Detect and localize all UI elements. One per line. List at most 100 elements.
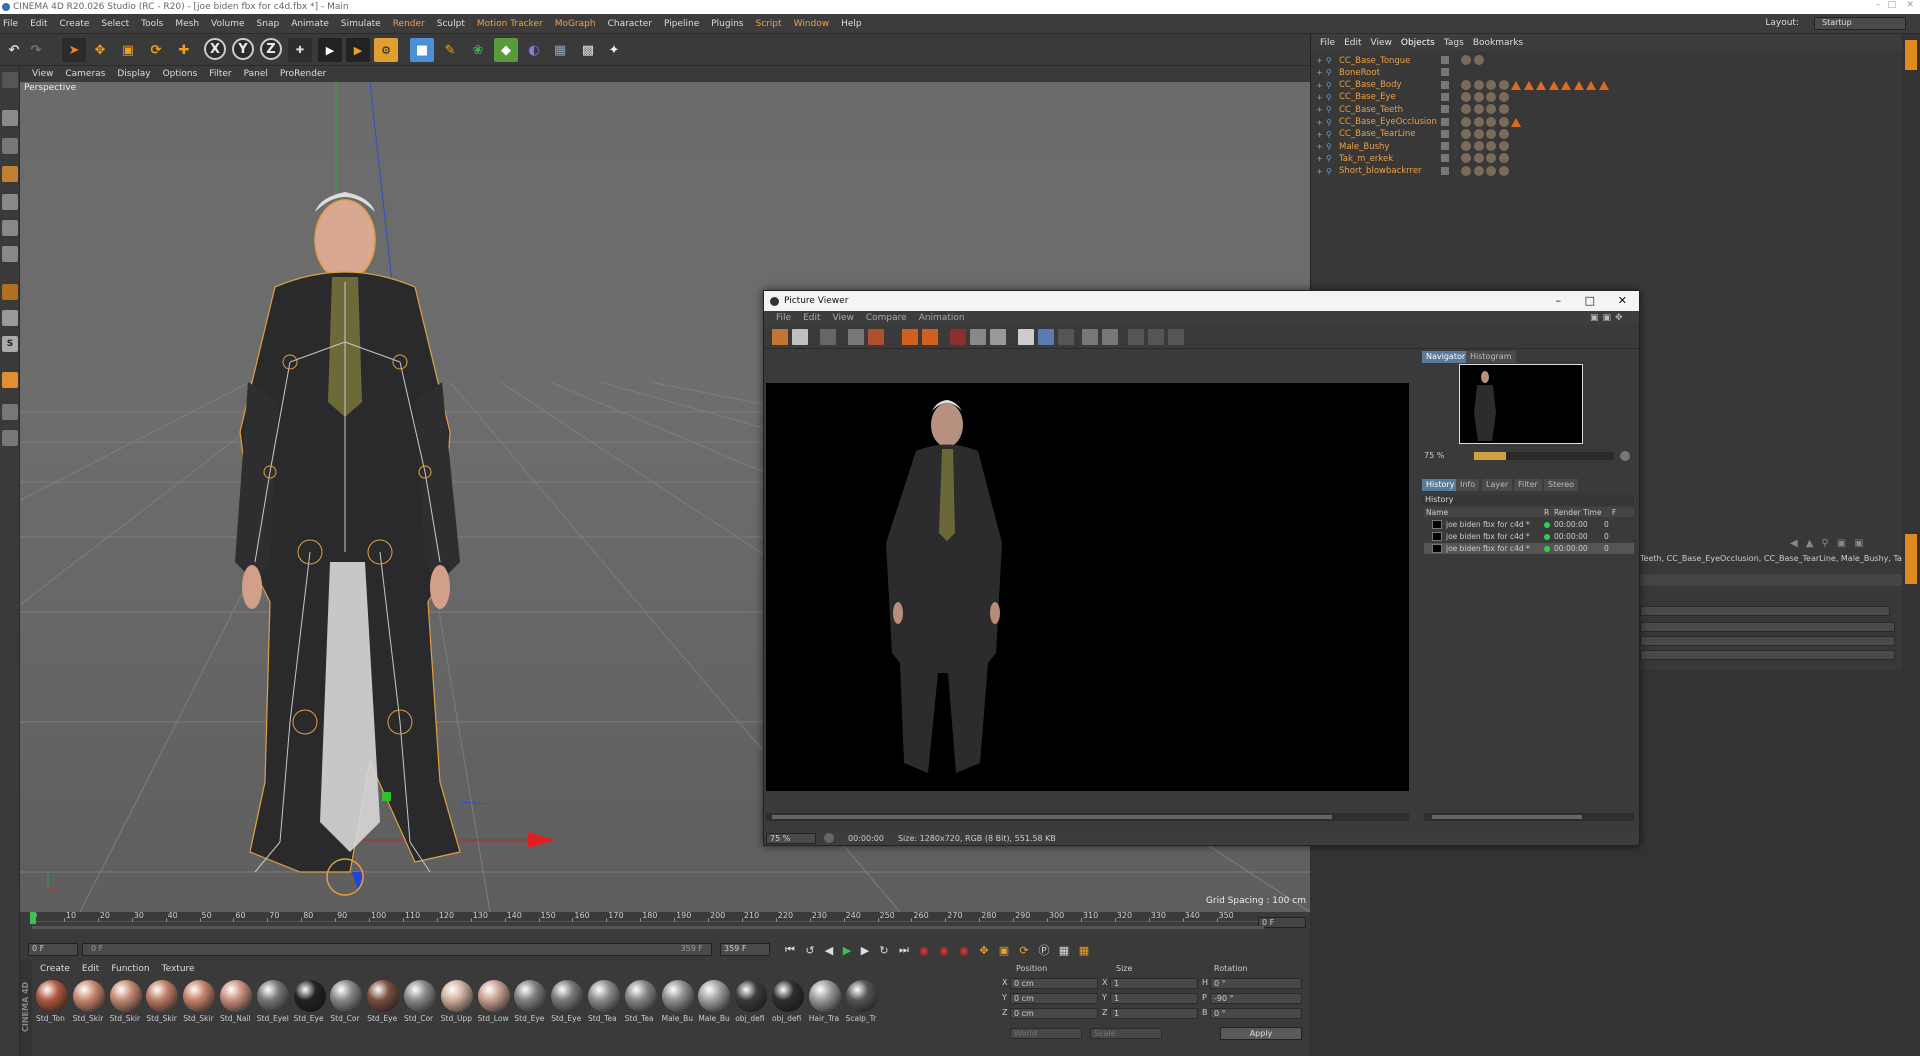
timeline-track[interactable]: 0102030405060708090100110120130140150160… [30, 911, 1262, 924]
undo-icon[interactable]: ↶ [2, 38, 26, 62]
play-icon[interactable]: ▶ [838, 944, 856, 957]
b-icon[interactable] [1102, 329, 1118, 345]
menu-script[interactable]: Script [756, 19, 782, 29]
light-icon[interactable]: ✦ [602, 38, 626, 62]
history-h-scrollbar[interactable] [1424, 813, 1634, 821]
tag-icon[interactable] [1498, 165, 1509, 176]
grid-icon[interactable] [2, 404, 18, 420]
tab-layer[interactable]: Layer [1482, 479, 1513, 491]
axis-z-icon[interactable]: Z [260, 38, 282, 60]
tag-icon[interactable] [1498, 153, 1509, 164]
stop-render-icon[interactable] [868, 329, 884, 345]
y-axis-handle[interactable] [382, 792, 391, 801]
split-v-icon[interactable] [1168, 329, 1184, 345]
objmgr-menu-view[interactable]: View [1371, 38, 1392, 48]
objmgr-menu-edit[interactable]: Edit [1344, 38, 1361, 48]
menu-edit[interactable]: Edit [30, 19, 47, 29]
object-row[interactable]: + ⚲ Short_blowbackrrer [1311, 164, 1896, 179]
material-swatch[interactable]: Std_Eye [367, 980, 401, 1024]
tag-icon[interactable] [1473, 153, 1484, 164]
coord-scale-dropdown[interactable]: Scale [1090, 1028, 1162, 1039]
pv-menu-edit[interactable]: Edit [803, 313, 820, 323]
a-icon[interactable] [1082, 329, 1098, 345]
search-icon[interactable]: ⚲ [1821, 538, 1828, 549]
current-frame-field[interactable]: 0 F [1258, 917, 1306, 928]
tag-icon[interactable] [1486, 165, 1496, 176]
material-swatch[interactable]: Std_Upp [440, 980, 475, 1024]
cube-icon[interactable]: ■ [410, 38, 434, 62]
snap-icon[interactable]: S [2, 336, 18, 352]
camera-icon[interactable]: ▩ [576, 38, 600, 62]
material-swatch[interactable]: Std_Skir [183, 980, 217, 1024]
viewport-menu-cameras[interactable]: Cameras [65, 69, 105, 79]
tag-icon[interactable] [1498, 91, 1509, 102]
tag-icon[interactable] [1598, 80, 1609, 90]
pv-menu-file[interactable]: File [776, 313, 791, 323]
save-icon[interactable] [792, 329, 808, 345]
object-name[interactable]: Tak_m_erkek [1339, 154, 1393, 164]
tag-icon[interactable] [1498, 79, 1509, 90]
select-icon[interactable]: ➤ [62, 38, 86, 62]
menu-pipeline[interactable]: Pipeline [664, 19, 699, 29]
menu-volume[interactable]: Volume [211, 19, 244, 29]
visibility-dots-icon[interactable] [1441, 92, 1449, 101]
split-view-icon[interactable] [1038, 329, 1054, 345]
minimize-icon[interactable]: – [1876, 0, 1881, 10]
visibility-dots-icon[interactable] [1441, 154, 1449, 163]
expand-icon[interactable]: + [1316, 142, 1323, 151]
timeline-ruler[interactable]: 0102030405060708090100110120130140150160… [20, 911, 1310, 940]
menu-animate[interactable]: Animate [291, 19, 329, 29]
viewport-menu-display[interactable]: Display [117, 69, 150, 79]
move-icon[interactable]: ✥ [88, 38, 112, 62]
polygons-mode-icon[interactable] [2, 246, 18, 262]
tag-icon[interactable] [1473, 104, 1484, 115]
layout-dropdown[interactable]: Startup [1814, 17, 1906, 30]
visibility-dots-icon[interactable] [1441, 117, 1449, 126]
key-pla-icon[interactable]: ▦ [1054, 944, 1074, 957]
tag-icon[interactable] [1486, 116, 1496, 127]
up-arrow-icon[interactable]: ▲ [1806, 538, 1814, 549]
tag-icon[interactable] [1486, 128, 1496, 139]
character-model[interactable] [235, 192, 461, 873]
pen-icon[interactable]: ✎ [438, 38, 462, 62]
tag-icon[interactable] [1486, 104, 1496, 115]
object-name[interactable]: CC_Base_EyeOcclusion [1339, 117, 1437, 127]
material-swatch[interactable]: Std_Skir [72, 980, 107, 1024]
object-name[interactable]: CC_Base_TearLine [1339, 129, 1415, 139]
expand-icon[interactable]: + [1316, 105, 1323, 114]
expand-icon[interactable]: + [1316, 154, 1323, 163]
expand-icon[interactable]: + [1316, 56, 1323, 65]
x-axis-handle[interactable] [528, 832, 555, 848]
range-slider[interactable]: 0 F 359 F [82, 943, 712, 956]
tag-icon[interactable] [1461, 141, 1471, 152]
render-view-icon[interactable]: ▶ [318, 38, 342, 62]
subdiv-icon[interactable]: ❀ [466, 38, 490, 62]
axis-mode-icon[interactable] [2, 284, 18, 300]
tag-icon[interactable] [1473, 55, 1484, 65]
pv-menu-animation[interactable]: Animation [919, 313, 965, 323]
material-swatch[interactable]: Std_Eye [293, 980, 328, 1024]
objmgr-menu-tags[interactable]: Tags [1444, 38, 1464, 48]
tag-icon[interactable] [1461, 153, 1471, 164]
tag-icon[interactable] [1498, 128, 1509, 139]
visibility-dots-icon[interactable] [1441, 129, 1449, 138]
attributes-dropdown-3[interactable] [1640, 650, 1895, 660]
close-icon[interactable]: ✕ [1906, 0, 1914, 10]
menu-window[interactable]: Window [794, 19, 830, 29]
menu-sculpt[interactable]: Sculpt [437, 19, 465, 29]
coord-mode-dropdown[interactable]: World [1010, 1028, 1082, 1039]
viewport-menu-options[interactable]: Options [163, 69, 198, 79]
tab-info[interactable]: Info [1456, 479, 1480, 491]
pv-maximize-icon[interactable]: □ [1585, 294, 1595, 307]
tab-history[interactable]: History [1422, 479, 1459, 491]
attributes-dropdown-2[interactable] [1640, 636, 1895, 646]
tag-icon[interactable] [1473, 91, 1484, 102]
pv-minimize-icon[interactable]: – [1556, 294, 1562, 307]
tag-icon[interactable] [1461, 104, 1471, 115]
visibility-dots-icon[interactable] [1441, 68, 1449, 77]
mograph-icon[interactable]: ◆ [494, 38, 518, 62]
material-swatch[interactable]: Std_Eyel [256, 980, 291, 1024]
tag-icon[interactable] [1486, 91, 1496, 102]
points-mode-icon[interactable] [2, 194, 18, 210]
tag-icon[interactable] [1461, 128, 1471, 139]
